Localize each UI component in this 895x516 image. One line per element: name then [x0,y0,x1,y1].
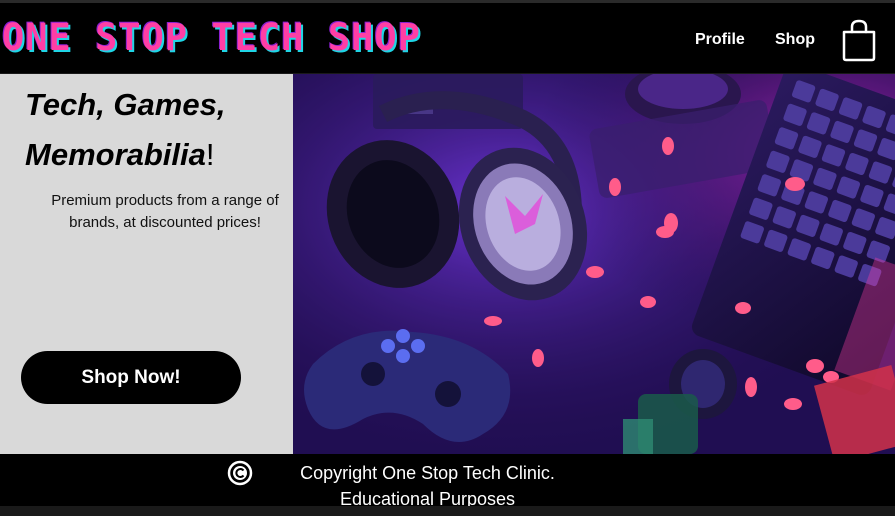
headline-line2: Memorabilia [25,137,206,172]
site-logo[interactable]: ONE STOP TECH SHOP [2,11,421,63]
headline-exclaim: ! [205,137,215,172]
headline-line1: Tech, Games, [25,87,226,122]
footer-bar [0,506,895,516]
copyright-text: Copyright One Stop Tech Clinic. Educatio… [270,460,585,512]
hero-image [293,74,895,454]
hero-text-panel: Tech, Games, Memorabilia! Premium produc… [0,74,293,454]
shop-now-button[interactable]: Shop Now! [21,351,241,404]
page: ONE STOP TECH SHOP Profile Shop Tech, Ga… [0,0,895,516]
shopping-bag-icon[interactable] [840,18,878,62]
hero-headline: Tech, Games, Memorabilia! [25,80,290,180]
copyright-line1: Copyright One Stop Tech Clinic. [300,463,555,483]
copyright-icon [227,460,253,486]
nav-shop-link[interactable]: Shop [775,31,815,49]
nav-profile-link[interactable]: Profile [695,31,745,49]
site-footer: Copyright One Stop Tech Clinic. Educatio… [0,454,895,516]
site-header: ONE STOP TECH SHOP Profile Shop [0,3,895,74]
hero-subtext: Premium products from a range of brands,… [51,192,279,231]
